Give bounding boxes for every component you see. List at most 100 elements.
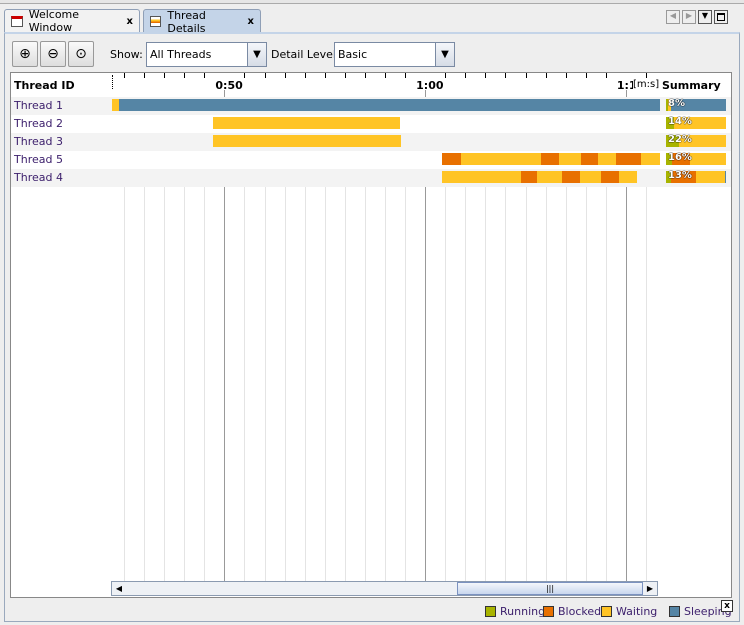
legend-swatch: [669, 606, 680, 617]
tick-label: 0:50: [215, 79, 243, 92]
close-icon[interactable]: x: [248, 16, 254, 27]
tick-mark: [565, 73, 567, 78]
segment-blocked[interactable]: [561, 171, 580, 183]
detail-level-label: Detail Level:: [271, 48, 340, 61]
zoom-out-icon: ⊖: [47, 46, 59, 62]
tick-mark: [184, 73, 186, 78]
segment-waiting[interactable]: [213, 135, 401, 147]
detail-level-select[interactable]: Basic ▼: [334, 42, 455, 67]
tick-mark: [344, 73, 346, 78]
segment-waiting[interactable]: [618, 171, 637, 183]
show-value: All Threads: [150, 48, 212, 61]
timeline-header: Thread ID 0:50 1:00 1:1 [m:s] Summary: [11, 73, 731, 97]
legend-close-button[interactable]: x: [721, 600, 733, 612]
thread-row[interactable]: Thread 2 14%: [11, 115, 731, 133]
tick-mark: [405, 73, 407, 78]
thread-chart-icon: [150, 16, 162, 27]
segment-blocked[interactable]: [600, 171, 619, 183]
tick-mark: [585, 73, 587, 78]
show-select[interactable]: All Threads ▼: [146, 42, 267, 67]
tab-label: Welcome Window: [28, 8, 80, 34]
segment-blocked[interactable]: [520, 171, 537, 183]
segment-blocked[interactable]: [615, 153, 641, 165]
segment-waiting[interactable]: [536, 171, 562, 183]
segment-blocked[interactable]: [580, 153, 598, 165]
tick-mark: [645, 73, 647, 78]
close-icon[interactable]: x: [127, 16, 133, 27]
segment-blocked[interactable]: [441, 153, 461, 165]
tab-thread-details[interactable]: Thread Details x: [143, 8, 261, 35]
scroll-right-button[interactable]: ▶: [643, 582, 657, 595]
tick-mark: [505, 73, 507, 78]
thread-name: Thread 3: [14, 135, 63, 148]
summary-percent: 13%: [668, 170, 692, 181]
detail-level-value: Basic: [338, 48, 368, 61]
show-label: Show:: [110, 48, 143, 61]
tick-mark: [445, 73, 447, 78]
tick-mark: [485, 73, 487, 78]
horizontal-scrollbar[interactable]: ◀ ||| ▶: [111, 581, 658, 596]
segment-sleeping[interactable]: [119, 99, 660, 111]
range-start-marker: [112, 75, 113, 89]
thread-id-header: Thread ID: [14, 79, 75, 92]
tab-label: Thread Details: [167, 8, 206, 35]
thread-name: Thread 5: [14, 153, 63, 166]
summary-bar: 16%: [666, 152, 726, 165]
segment-waiting[interactable]: [213, 117, 400, 129]
legend-item-running: Running: [485, 605, 545, 618]
segment-waiting[interactable]: [597, 153, 616, 165]
thread-row[interactable]: Thread 3 22%: [11, 133, 731, 151]
dropdown-icon[interactable]: ▼: [698, 10, 712, 24]
tab-nav: ◀ ▶ ▼: [666, 10, 728, 24]
legend-item-waiting: Waiting: [601, 605, 657, 618]
scrollbar-thumb[interactable]: |||: [457, 582, 643, 595]
chevron-down-icon[interactable]: ▼: [435, 43, 454, 66]
segment-blocked[interactable]: [540, 153, 559, 165]
tick-mark: [525, 73, 527, 78]
segment-waiting[interactable]: [579, 171, 601, 183]
tab-welcome-window[interactable]: Welcome Window x: [4, 8, 140, 34]
summary-bar: 14%: [666, 116, 726, 129]
thread-name: Thread 4: [14, 171, 63, 184]
tick-mark: [465, 73, 467, 78]
summary-waiting: [690, 153, 726, 165]
legend-label: Running: [500, 605, 546, 618]
thread-row[interactable]: Thread 4 13%: [11, 169, 731, 187]
thread-row[interactable]: Thread 5 16%: [11, 151, 731, 169]
chevron-down-icon[interactable]: ▼: [247, 43, 266, 66]
scroll-right-icon[interactable]: ▶: [682, 10, 696, 24]
tick-mark: [384, 73, 386, 78]
thread-name: Thread 2: [14, 117, 63, 130]
tick-mark: [244, 73, 246, 78]
window-icon: [11, 15, 23, 27]
legend-label: Blocked: [558, 605, 602, 618]
summary-percent: 14%: [668, 116, 692, 127]
tick-mark: [264, 73, 266, 78]
thread-row[interactable]: Thread 1 8%: [11, 97, 731, 115]
tick-label: 1:00: [416, 79, 444, 92]
segment-waiting[interactable]: [558, 153, 581, 165]
zoom-in-button[interactable]: ⊕: [12, 41, 38, 67]
zoom-fit-icon: ⊙: [75, 46, 87, 62]
segment-waiting[interactable]: [640, 153, 660, 165]
zoom-fit-button[interactable]: ⊙: [68, 41, 94, 67]
summary-percent: 16%: [668, 152, 692, 163]
segment-waiting[interactable]: [460, 153, 541, 165]
tick-mark: [545, 73, 547, 78]
tick-mark: [605, 73, 607, 78]
tick-mark: [144, 73, 146, 78]
zoom-in-icon: ⊕: [19, 46, 31, 62]
scroll-left-button[interactable]: ◀: [112, 582, 126, 595]
tick-mark: [204, 73, 206, 78]
segment-waiting[interactable]: [441, 171, 521, 183]
top-border: [0, 0, 744, 4]
tick-mark: [124, 73, 126, 78]
zoom-out-button[interactable]: ⊖: [40, 41, 66, 67]
tick-mark: [164, 73, 166, 78]
summary-waiting: [695, 171, 725, 183]
scroll-left-icon[interactable]: ◀: [666, 10, 680, 24]
tick-mark: [304, 73, 306, 78]
maximize-icon[interactable]: [714, 10, 728, 24]
time-unit: [m:s]: [633, 79, 660, 90]
segment-waiting[interactable]: [112, 99, 120, 111]
